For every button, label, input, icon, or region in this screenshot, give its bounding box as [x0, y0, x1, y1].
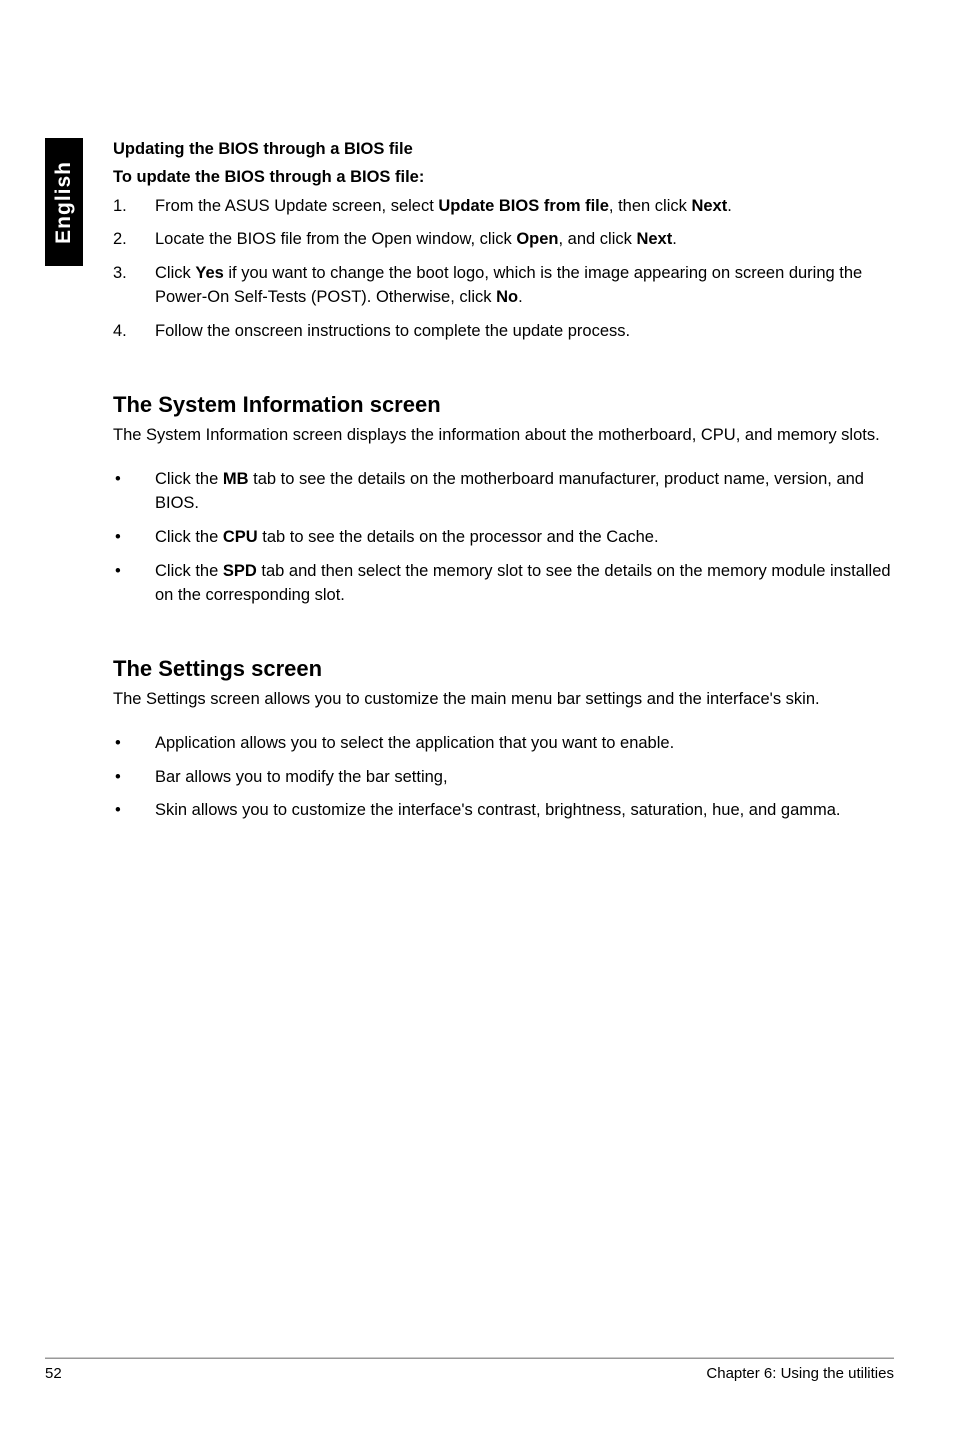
bullet-body: Bar allows you to modify the bar setting… — [155, 766, 893, 790]
sysinfo-title: The System Information screen — [113, 392, 893, 418]
bullet-dot: • — [113, 732, 155, 756]
bullet-dot: • — [113, 799, 155, 823]
text: . — [672, 230, 677, 248]
text-bold: Next — [636, 230, 672, 248]
text: . — [727, 197, 732, 215]
step-body: Locate the BIOS file from the Open windo… — [155, 228, 893, 252]
step-number: 4. — [113, 320, 155, 344]
settings-bullets: • Application allows you to select the a… — [113, 732, 893, 824]
list-item: • Click the CPU tab to see the details o… — [113, 526, 893, 550]
text: Click the — [155, 470, 223, 488]
step-number: 1. — [113, 195, 155, 219]
step-body: Follow the onscreen instructions to comp… — [155, 320, 893, 344]
step-number: 3. — [113, 262, 155, 310]
update-bios-heading-2: To update the BIOS through a BIOS file: — [113, 166, 893, 188]
list-item: 4. Follow the onscreen instructions to c… — [113, 320, 893, 344]
text: tab and then select the memory slot to s… — [155, 562, 891, 604]
text: , and click — [559, 230, 637, 248]
text: From the ASUS Update screen, select — [155, 197, 438, 215]
page-content: Updating the BIOS through a BIOS file To… — [113, 138, 893, 833]
language-tab-label: English — [52, 161, 76, 244]
text: . — [518, 288, 523, 306]
text-bold: Next — [691, 197, 727, 215]
text: Click the — [155, 562, 223, 580]
text-bold: SPD — [223, 562, 257, 580]
page-number: 52 — [45, 1365, 62, 1382]
bullet-dot: • — [113, 560, 155, 608]
text-bold: Open — [516, 230, 558, 248]
list-item: 2. Locate the BIOS file from the Open wi… — [113, 228, 893, 252]
list-item: 3. Click Yes if you want to change the b… — [113, 262, 893, 310]
text-bold: CPU — [223, 528, 258, 546]
list-item: • Bar allows you to modify the bar setti… — [113, 766, 893, 790]
bullet-body: Click the SPD tab and then select the me… — [155, 560, 893, 608]
update-bios-steps: 1. From the ASUS Update screen, select U… — [113, 195, 893, 345]
page-footer: 52 Chapter 6: Using the utilities — [45, 1358, 894, 1382]
settings-title: The Settings screen — [113, 656, 893, 682]
update-bios-heading-1: Updating the BIOS through a BIOS file — [113, 138, 893, 160]
text: tab to see the details on the motherboar… — [155, 470, 864, 512]
bullet-body: Skin allows you to customize the interfa… — [155, 799, 893, 823]
chapter-label: Chapter 6: Using the utilities — [706, 1365, 894, 1382]
bullet-dot: • — [113, 766, 155, 790]
list-item: • Click the MB tab to see the details on… — [113, 468, 893, 516]
text-bold: No — [496, 288, 518, 306]
sysinfo-para: The System Information screen displays t… — [113, 424, 893, 448]
list-item: • Skin allows you to customize the inter… — [113, 799, 893, 823]
bullet-dot: • — [113, 526, 155, 550]
step-body: From the ASUS Update screen, select Upda… — [155, 195, 893, 219]
text: tab to see the details on the processor … — [258, 528, 659, 546]
step-body: Click Yes if you want to change the boot… — [155, 262, 893, 310]
language-tab: English — [45, 138, 83, 266]
text-bold: MB — [223, 470, 249, 488]
bullet-dot: • — [113, 468, 155, 516]
bullet-body: Click the CPU tab to see the details on … — [155, 526, 893, 550]
text: Click — [155, 264, 195, 282]
settings-para: The Settings screen allows you to custom… — [113, 688, 893, 712]
step-number: 2. — [113, 228, 155, 252]
list-item: • Click the SPD tab and then select the … — [113, 560, 893, 608]
sysinfo-bullets: • Click the MB tab to see the details on… — [113, 468, 893, 608]
text: Click the — [155, 528, 223, 546]
text-bold: Yes — [195, 264, 223, 282]
bullet-body: Application allows you to select the app… — [155, 732, 893, 756]
text: , then click — [609, 197, 692, 215]
text-bold: Update BIOS from file — [438, 197, 609, 215]
list-item: • Application allows you to select the a… — [113, 732, 893, 756]
bullet-body: Click the MB tab to see the details on t… — [155, 468, 893, 516]
text: Locate the BIOS file from the Open windo… — [155, 230, 516, 248]
list-item: 1. From the ASUS Update screen, select U… — [113, 195, 893, 219]
